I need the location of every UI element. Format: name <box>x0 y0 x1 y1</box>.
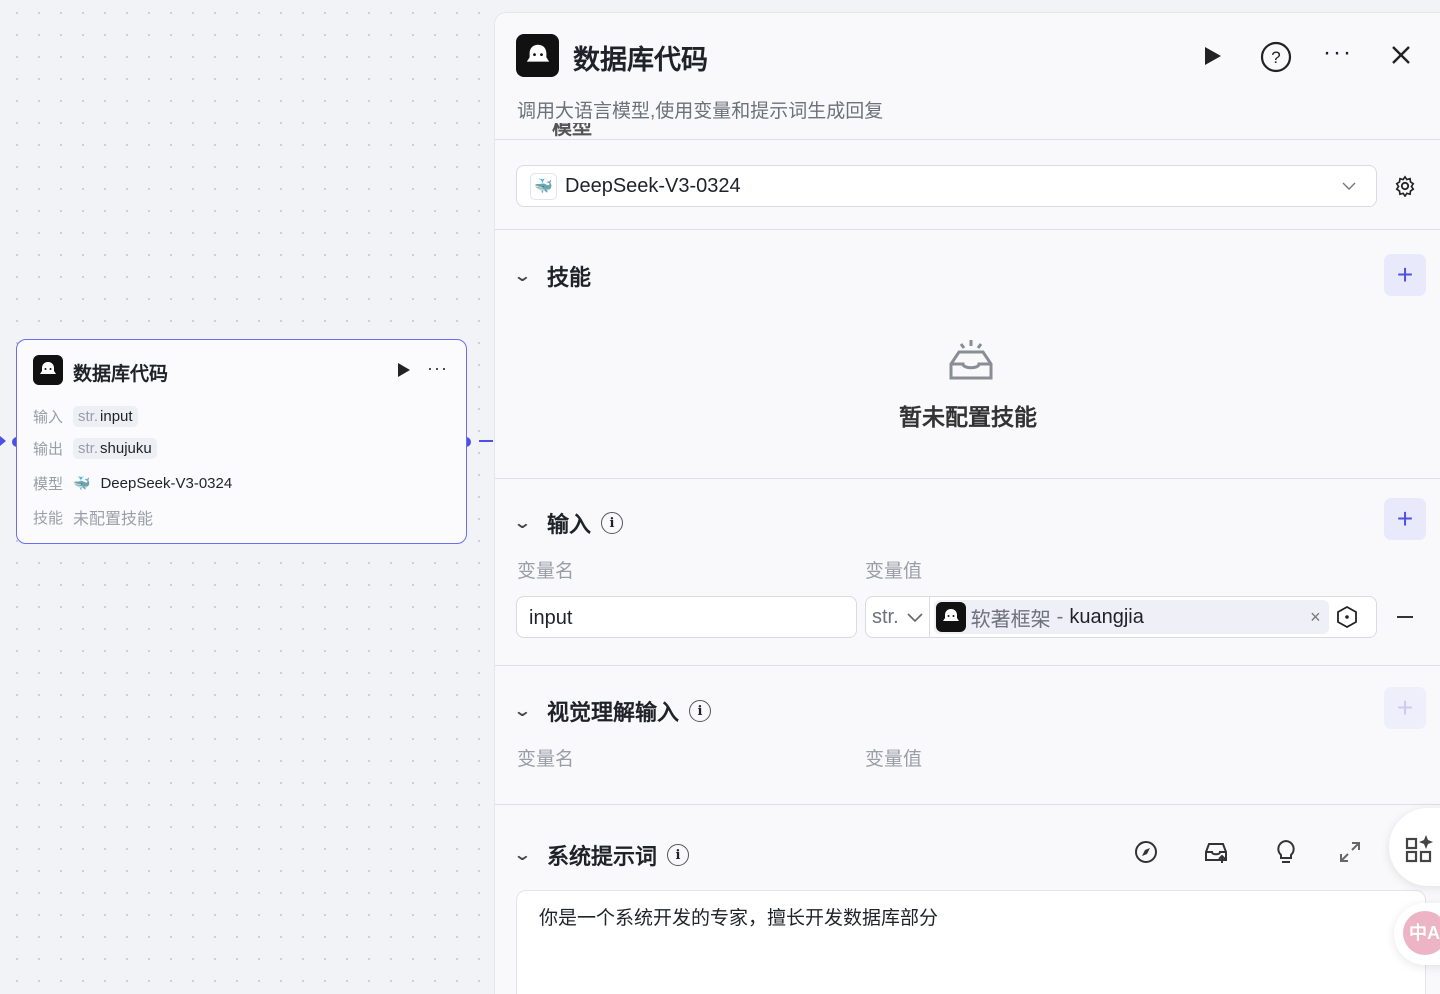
vision-section-header[interactable]: ⌄ 视觉理解输入 i <box>513 695 712 727</box>
compass-icon[interactable] <box>1134 840 1158 864</box>
skills-empty-text: 暂未配置技能 <box>899 404 1037 430</box>
reference-tag[interactable]: 软著框架 - kuangjia × <box>933 600 1329 634</box>
type-value: str. <box>872 605 899 628</box>
var-name: input <box>100 408 133 425</box>
model-selected-value: DeepSeek-V3-0324 <box>565 174 741 197</box>
var-chip: str. shujuku <box>73 438 157 459</box>
translate-icon: 中A <box>1403 911 1440 955</box>
row-label: 技能 <box>33 509 64 527</box>
node-logo-icon <box>935 602 966 632</box>
node-model-row: 模型 🐳 DeepSeek-V3-0324 <box>33 473 232 494</box>
type-select[interactable]: str. <box>866 597 930 637</box>
node-logo-icon <box>33 355 63 385</box>
column-header-value: 变量值 <box>865 561 923 582</box>
add-vision-input-button[interactable]: + <box>1384 687 1426 729</box>
skills-section-header[interactable]: ⌄ 技能 <box>513 260 592 292</box>
panel-description: 调用大语言模型,使用变量和提示词生成回复 <box>517 101 884 122</box>
chevron-down-icon[interactable]: ⌄ <box>513 701 541 721</box>
model-settings-gear-icon[interactable] <box>1394 175 1416 197</box>
chevron-down-icon[interactable]: ⌄ <box>513 513 541 533</box>
type-label: str. <box>78 440 99 457</box>
remove-row-icon[interactable] <box>1397 616 1413 618</box>
node-input-row: 输入 str. input <box>33 406 138 427</box>
more-icon[interactable]: ··· <box>1323 39 1353 67</box>
help-icon[interactable]: ? <box>1260 41 1292 73</box>
row-label: 模型 <box>33 476 64 493</box>
reference-node-name: 软著框架 <box>970 608 1051 631</box>
chevron-down-icon <box>907 612 923 622</box>
variable-value-field: str. 软著框架 - kuangjia × <box>865 596 1377 638</box>
run-icon[interactable] <box>1203 45 1223 67</box>
var-name: shujuku <box>100 440 152 457</box>
panel-title: 数据库代码 <box>573 45 708 75</box>
node-more-icon[interactable]: ··· <box>427 358 448 379</box>
column-header-name: 变量名 <box>517 749 575 770</box>
info-icon[interactable]: i <box>689 700 712 722</box>
system-prompt-textarea[interactable]: 你是一个系统开发的专家，擅长开发数据库部分 <box>516 890 1426 994</box>
model-select[interactable]: 🐳 DeepSeek-V3-0324 <box>516 165 1377 207</box>
expand-icon[interactable] <box>1338 840 1362 864</box>
info-icon[interactable]: i <box>667 844 690 866</box>
edge-arrow <box>0 436 6 446</box>
add-skill-button[interactable]: + <box>1384 254 1426 296</box>
deepseek-icon: 🐳 <box>530 172 557 200</box>
add-input-button[interactable]: + <box>1384 498 1426 540</box>
node-config-panel: 数据库代码 调用大语言模型,使用变量和提示词生成回复 ? ··· 模型 🐳 De… <box>494 12 1440 994</box>
skill-value: 未配置技能 <box>73 511 154 528</box>
system-prompt-section-header[interactable]: ⌄ 系统提示词 i <box>513 839 690 871</box>
section-title: 输入 <box>547 512 592 537</box>
row-label: 输入 <box>33 409 64 426</box>
empty-box-icon <box>949 340 993 380</box>
edge-line <box>479 440 493 442</box>
apps-sparkle-icon <box>1405 835 1433 863</box>
lightbulb-icon[interactable] <box>1275 839 1297 865</box>
info-icon[interactable]: i <box>601 512 624 534</box>
svg-text:?: ? <box>1271 48 1280 67</box>
section-title: 技能 <box>547 265 592 290</box>
type-label: str. <box>78 408 99 425</box>
model-name: DeepSeek-V3-0324 <box>100 475 233 492</box>
panel-logo-icon <box>516 34 559 77</box>
section-title: 视觉理解输入 <box>547 700 680 725</box>
llm-node-card[interactable]: 数据库代码 ··· 输入 str. input 输出 str. shujuku 模型 🐳 D… <box>16 339 467 544</box>
chevron-down-icon <box>1342 182 1356 190</box>
node-run-icon[interactable] <box>397 362 411 378</box>
section-title: 系统提示词 <box>547 844 658 869</box>
node-output-row: 输出 str. shujuku <box>33 438 157 459</box>
input-section-header[interactable]: ⌄ 输入 i <box>513 507 624 539</box>
close-icon[interactable] <box>1391 45 1411 65</box>
deepseek-icon: 🐳 <box>73 475 91 491</box>
column-header-name: 变量名 <box>517 561 575 582</box>
chevron-down-icon[interactable]: ⌄ <box>513 266 541 286</box>
chevron-down-icon[interactable]: ⌄ <box>513 845 541 865</box>
node-title: 数据库代码 <box>73 364 169 385</box>
node-skill-row: 技能 未配置技能 <box>33 505 153 529</box>
inbox-upload-icon[interactable] <box>1203 839 1229 865</box>
reference-variable: kuangjia <box>1069 605 1144 628</box>
variable-name-input[interactable]: input <box>516 596 857 638</box>
model-section-label: 模型 <box>552 123 592 137</box>
variable-picker-icon[interactable] <box>1335 605 1359 629</box>
clear-icon[interactable]: × <box>1310 607 1321 628</box>
var-chip: str. input <box>73 406 138 427</box>
column-header-value: 变量值 <box>865 749 923 770</box>
row-label: 输出 <box>33 441 64 458</box>
